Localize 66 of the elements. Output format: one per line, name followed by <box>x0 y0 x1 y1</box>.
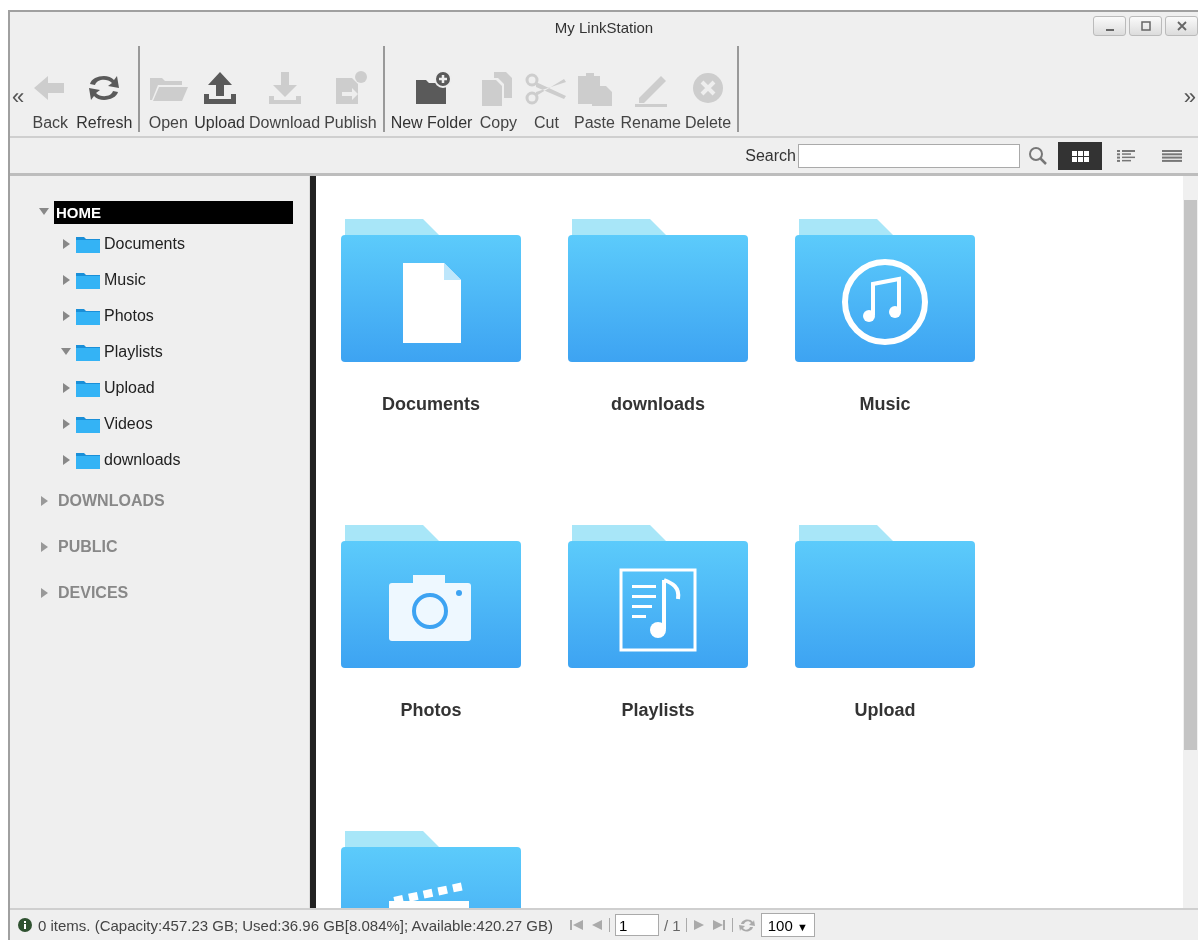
maximize-icon <box>1138 20 1153 32</box>
page-number-field[interactable]: 1 <box>615 914 660 936</box>
folder-icon <box>75 234 101 254</box>
collapsed-triangle-icon[interactable] <box>38 541 50 553</box>
search-field[interactable] <box>798 143 1020 168</box>
toolbar-button[interactable]: Upload <box>192 68 247 132</box>
folder-icon <box>75 450 101 470</box>
last-page-icon[interactable] <box>710 918 727 932</box>
tree-item[interactable]: Upload <box>104 379 155 397</box>
folder-label[interactable]: Playlists <box>621 700 695 721</box>
close-button[interactable] <box>1165 16 1198 36</box>
collapsed-triangle-icon[interactable] <box>60 274 72 286</box>
minimize-button[interactable] <box>1093 16 1126 36</box>
camera-folder-icon[interactable] <box>341 525 521 670</box>
document-folder-icon[interactable] <box>341 219 521 364</box>
folder-icon <box>75 270 101 290</box>
folder-icon <box>75 414 101 434</box>
tree-item[interactable]: Photos <box>104 307 154 325</box>
grid-view-button[interactable] <box>1058 141 1102 170</box>
toolbar-button[interactable]: Refresh <box>74 68 135 132</box>
tree-item[interactable]: Videos <box>104 415 153 433</box>
collapsed-triangle-icon[interactable] <box>60 454 72 466</box>
list-icon <box>1115 148 1137 163</box>
previous-page-icon[interactable] <box>590 918 605 932</box>
collapsed-triangle-icon[interactable] <box>60 238 72 250</box>
folder-label[interactable]: downloads <box>611 394 705 415</box>
search-icon[interactable] <box>1028 145 1048 166</box>
folder-icon <box>75 378 101 398</box>
folder-icon[interactable] <box>795 525 975 670</box>
scrollbar-thumb[interactable] <box>1184 200 1197 750</box>
collapsed-triangle-icon[interactable] <box>38 587 50 599</box>
toolbar-button[interactable]: New Folder <box>388 68 475 132</box>
tree-item[interactable]: Music <box>104 271 146 289</box>
tree-item[interactable]: Documents <box>104 235 185 253</box>
grid-icon <box>1069 148 1091 163</box>
tree-item[interactable]: downloads <box>104 451 181 469</box>
minimize-icon <box>1105 29 1114 31</box>
music-folder-icon[interactable] <box>795 219 975 364</box>
folder-icon <box>75 306 101 326</box>
playlist-folder-icon[interactable] <box>568 525 748 670</box>
tree-item[interactable]: HOME <box>54 200 293 224</box>
info-icon <box>18 918 32 932</box>
window-title: My LinkStation <box>554 18 654 36</box>
status-text: 0 items. (Capacity:457.23 GB; Used:36.96 GB[8.084%]; Available:420.27 GB) <box>38 916 554 934</box>
scroll-left-button[interactable]: « <box>10 84 27 110</box>
first-page-icon[interactable] <box>569 918 586 932</box>
folder-label[interactable]: Photos <box>400 700 462 721</box>
folder-label[interactable]: Music <box>859 394 911 415</box>
next-page-icon[interactable] <box>691 918 706 932</box>
folder-label[interactable]: Upload <box>854 700 916 721</box>
collapsed-triangle-icon[interactable] <box>60 418 72 430</box>
collapsed-triangle-icon[interactable] <box>60 310 72 322</box>
collapsed-triangle-icon[interactable] <box>38 495 50 507</box>
collapsed-triangle-icon[interactable] <box>60 382 72 394</box>
page-total: / 1 <box>664 916 681 934</box>
folder-icon[interactable] <box>568 219 748 364</box>
search-label: Search <box>745 146 796 165</box>
tree-item[interactable]: Playlists <box>104 343 163 361</box>
close-icon <box>1174 20 1189 32</box>
details-list-icon <box>1161 148 1183 163</box>
page-size-dropdown[interactable]: 100 ▼ <box>760 913 815 937</box>
maximize-button[interactable] <box>1129 16 1162 36</box>
refresh-icon[interactable] <box>737 917 756 933</box>
scroll-right-button[interactable]: » <box>1181 84 1198 110</box>
folder-label[interactable]: Documents <box>382 394 480 415</box>
folder-icon <box>75 342 101 362</box>
